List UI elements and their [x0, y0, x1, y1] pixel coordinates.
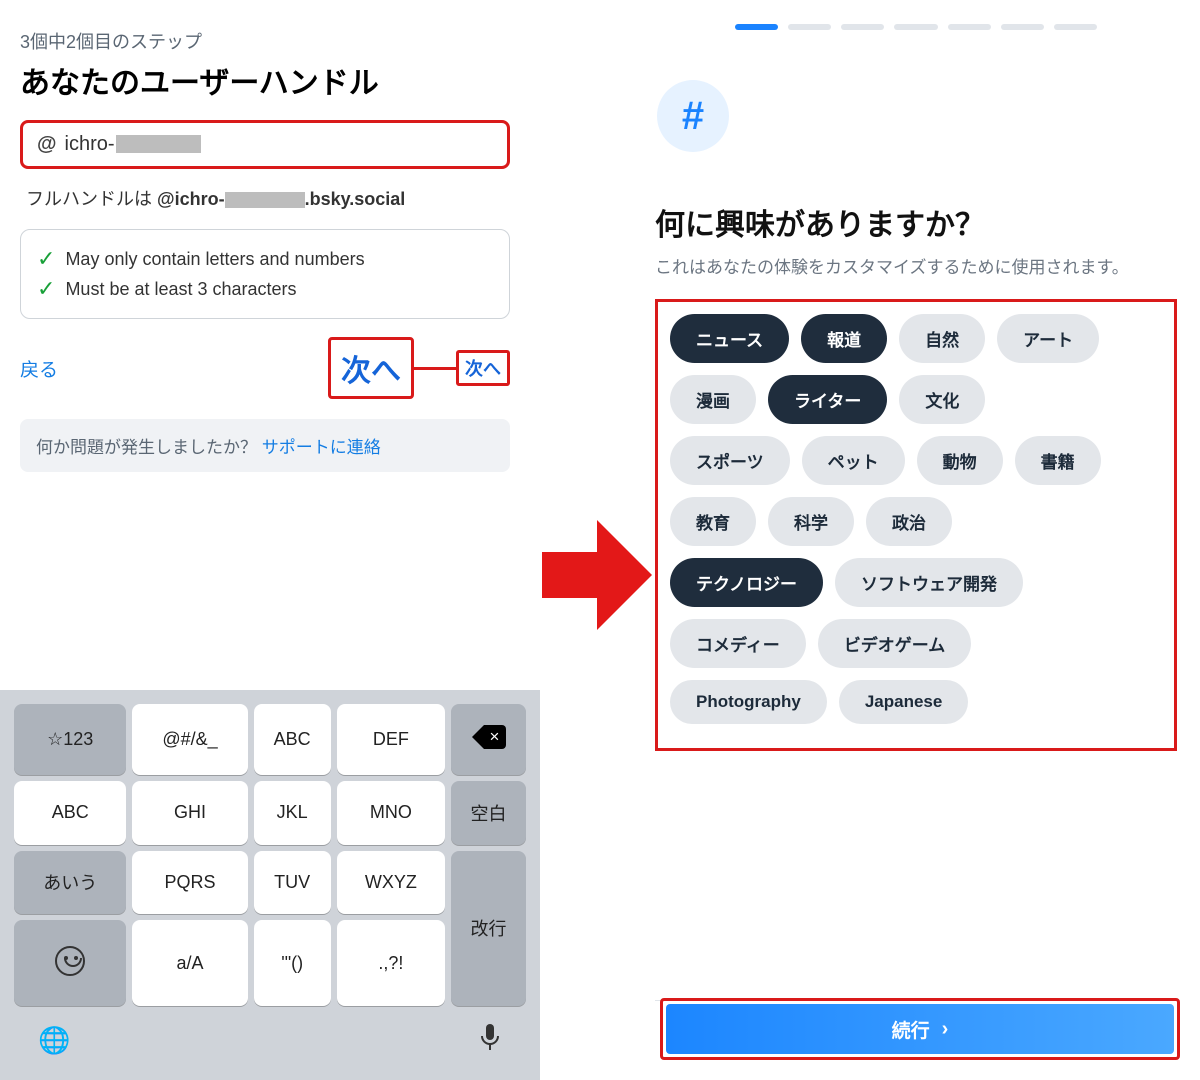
interests-subtitle: これはあなたの体験をカスタマイズするために使用されます。: [655, 254, 1177, 281]
progress-step: [788, 24, 831, 30]
interest-tag[interactable]: スポーツ: [670, 436, 790, 485]
interest-tag[interactable]: Photography: [670, 680, 827, 724]
interests-title: 何に興味がありますか？: [655, 200, 1177, 244]
support-link[interactable]: サポートに連絡: [262, 438, 381, 457]
key-punct[interactable]: .,?!: [337, 920, 445, 1006]
key-space[interactable]: 空白: [451, 781, 526, 845]
key-quotes[interactable]: '"(): [254, 920, 331, 1006]
key-mode-123[interactable]: ☆123: [14, 704, 126, 775]
interest-tag[interactable]: アート: [997, 314, 1099, 363]
handle-value: ichro-: [65, 133, 201, 156]
key-pqrs[interactable]: PQRS: [132, 851, 247, 915]
at-icon: @: [37, 133, 57, 156]
check-icon: ✓: [37, 248, 55, 270]
progress-step: [894, 24, 937, 30]
continue-button[interactable]: 続行 ›: [666, 1004, 1174, 1054]
continue-button-highlight: 続行 ›: [660, 998, 1180, 1060]
next-button-annotation: 次へ: [456, 350, 510, 386]
key-backspace[interactable]: [451, 704, 526, 775]
mic-icon[interactable]: [478, 1022, 502, 1059]
next-button[interactable]: 次へ: [328, 337, 414, 399]
full-handle-hint: フルハンドルは @ichro-.bsky.social: [26, 185, 508, 211]
globe-icon[interactable]: 🌐: [38, 1025, 70, 1056]
interest-tag[interactable]: テクノロジー: [670, 558, 823, 607]
page-title: あなたのユーザーハンドル: [20, 58, 510, 102]
interest-tag[interactable]: ペット: [802, 436, 905, 485]
interest-tag[interactable]: 教育: [670, 497, 756, 546]
back-button[interactable]: 戻る: [20, 355, 58, 382]
interest-tag[interactable]: 科学: [768, 497, 854, 546]
step-counter: 3個中2個目のステップ: [20, 28, 510, 54]
interest-tag[interactable]: ニュース: [670, 314, 789, 363]
hash-icon: #: [657, 80, 729, 152]
redacted-text: [116, 135, 201, 153]
interest-tag[interactable]: 動物: [917, 436, 1003, 485]
key-def[interactable]: DEF: [337, 704, 445, 775]
interest-tags: ニュース報道自然アート漫画ライター文化スポーツペット動物書籍教育科学政治テクノロ…: [655, 299, 1177, 751]
interest-tag[interactable]: 報道: [801, 314, 887, 363]
key-abc[interactable]: ABC: [254, 704, 331, 775]
progress-indicator: [655, 20, 1177, 60]
redacted-text: [225, 192, 305, 208]
key-jkl[interactable]: JKL: [254, 781, 331, 845]
key-ghi[interactable]: GHI: [132, 781, 247, 845]
interest-tag[interactable]: 政治: [866, 497, 952, 546]
backspace-icon: [472, 725, 506, 749]
key-kana[interactable]: あいう: [14, 851, 126, 915]
interest-tag[interactable]: ビデオゲーム: [818, 619, 972, 668]
key-case[interactable]: a/A: [132, 920, 247, 1006]
key-wxyz[interactable]: WXYZ: [337, 851, 445, 915]
smiley-icon: [55, 946, 85, 976]
progress-step: [735, 24, 778, 30]
key-emoji[interactable]: [14, 920, 126, 1006]
interest-tag[interactable]: ソフトウェア開発: [835, 558, 1023, 607]
progress-step: [841, 24, 884, 30]
key-enter[interactable]: 改行: [451, 851, 526, 1006]
interest-tag[interactable]: 書籍: [1015, 436, 1101, 485]
key-mno[interactable]: MNO: [337, 781, 445, 845]
annotation-arrow: [542, 520, 652, 630]
support-banner: 何か問題が発生しましたか？ サポートに連絡: [20, 419, 510, 472]
soft-keyboard: ☆123 @#/&_ ABC DEF ABC GHI JKL MNO 空白 あい…: [0, 690, 540, 1080]
validation-rules: ✓ May only contain letters and numbers ✓…: [20, 229, 510, 319]
progress-step: [1001, 24, 1044, 30]
rule-text: Must be at least 3 characters: [65, 279, 296, 300]
progress-step: [948, 24, 991, 30]
interest-tag[interactable]: 文化: [899, 375, 985, 424]
key-abc-left[interactable]: ABC: [14, 781, 126, 845]
interest-tag[interactable]: ライター: [768, 375, 887, 424]
interest-tag[interactable]: 自然: [899, 314, 985, 363]
check-icon: ✓: [37, 278, 55, 300]
interest-tag[interactable]: コメディー: [670, 619, 806, 668]
chevron-right-icon: ›: [942, 1018, 949, 1041]
key-tuv[interactable]: TUV: [254, 851, 331, 915]
progress-step: [1054, 24, 1097, 30]
handle-input[interactable]: @ ichro-: [20, 120, 510, 169]
annotation-line: [414, 367, 459, 370]
rule-text: May only contain letters and numbers: [65, 249, 364, 270]
interest-tag[interactable]: Japanese: [839, 680, 969, 724]
key-symbols[interactable]: @#/&_: [132, 704, 247, 775]
interest-tag[interactable]: 漫画: [670, 375, 756, 424]
